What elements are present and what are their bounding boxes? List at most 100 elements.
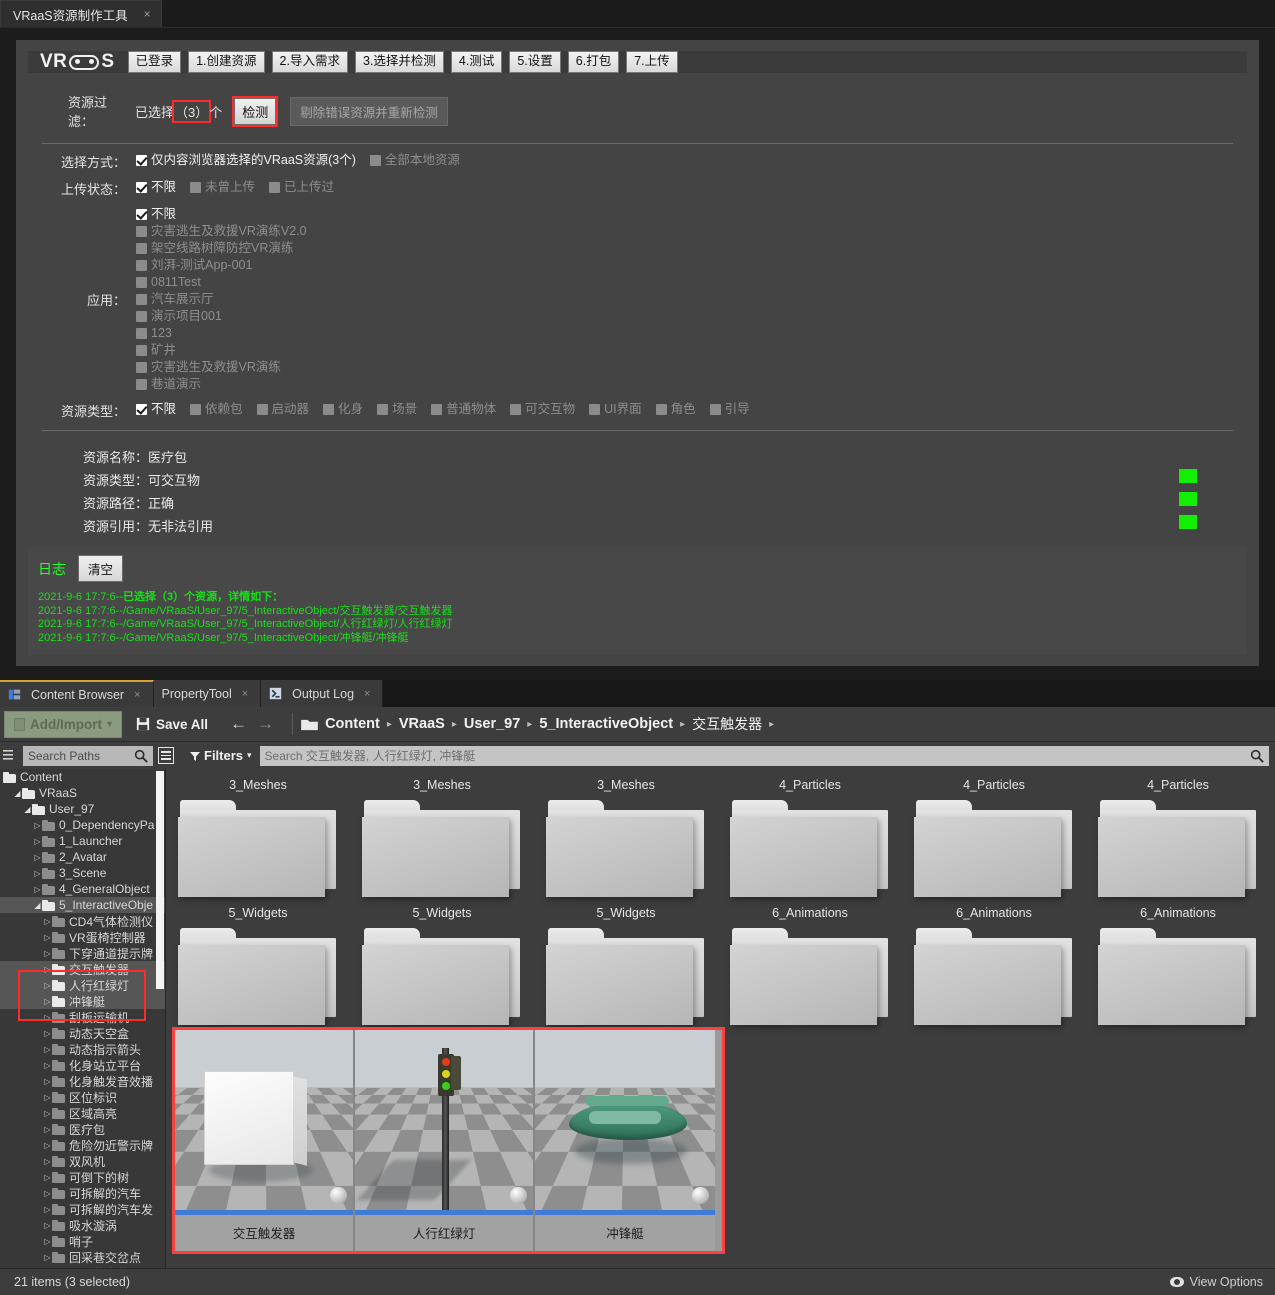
view-options-button[interactable]: View Options xyxy=(1169,1275,1263,1289)
chevron-right-icon[interactable]: ▷ xyxy=(43,981,52,990)
filter-checkbox[interactable]: 0811Test xyxy=(136,274,201,290)
breadcrumb-item[interactable]: Content xyxy=(325,716,380,732)
checkbox-icon[interactable] xyxy=(655,403,667,415)
chevron-down-icon[interactable]: ◢ xyxy=(23,805,32,814)
chevron-right-icon[interactable]: ▷ xyxy=(43,1173,52,1182)
asset-grid-panel[interactable]: 3_Meshes 3_Meshes 3_Meshes 4_Particles 4_Par… xyxy=(166,769,1275,1268)
filter-checkbox[interactable]: 启动器 xyxy=(256,401,309,417)
tree-node[interactable]: ▷ 区位标识 xyxy=(0,1089,165,1105)
checkbox-icon[interactable] xyxy=(190,181,202,193)
tab-content-browser[interactable]: Content Browser × xyxy=(0,680,154,707)
chevron-right-icon[interactable]: ▷ xyxy=(43,1141,52,1150)
close-icon[interactable]: × xyxy=(144,7,151,21)
filter-checkbox[interactable]: 依赖包 xyxy=(190,401,243,417)
checkbox-icon[interactable] xyxy=(136,361,147,373)
filter-checkbox[interactable]: 场景 xyxy=(377,401,417,417)
tree-node[interactable]: ▷ 哨子 xyxy=(0,1233,165,1249)
checkbox-icon[interactable] xyxy=(369,154,381,166)
chevron-right-icon[interactable]: ▷ xyxy=(43,933,52,942)
tree-node[interactable]: ▷ 0_DependencyPa xyxy=(0,817,165,833)
folder-tile[interactable]: 3_Meshes xyxy=(534,769,718,897)
filter-checkbox[interactable]: 不限 xyxy=(136,179,176,195)
folder-tile[interactable]: 5_Widgets xyxy=(534,897,718,1025)
folder-tile[interactable]: 6_Animations xyxy=(718,897,902,1025)
checkbox-icon[interactable] xyxy=(256,403,268,415)
tree-node[interactable]: ▷ 下穿通道提示牌 xyxy=(0,945,165,961)
tree-node[interactable]: ▷ 化身站立平台 xyxy=(0,1057,165,1073)
add-import-button[interactable]: Add/Import ▾ xyxy=(4,710,123,738)
folder-tile[interactable]: 4_Particles xyxy=(718,769,902,897)
tree-node[interactable]: ◢ VRaaS xyxy=(0,785,165,801)
tree-node[interactable]: ▷ 化身触发音效播 xyxy=(0,1073,165,1089)
chevron-right-icon[interactable]: ▷ xyxy=(33,821,42,830)
checkbox-icon[interactable] xyxy=(136,225,147,237)
filter-checkbox[interactable]: UI界面 xyxy=(589,401,642,417)
path-tree-panel[interactable]: Content ◢ VRaaS ◢ User_97 ▷ 0_DependencyPa ▷ 1_L… xyxy=(0,769,166,1268)
step3-select-and-check-button[interactable]: 3.选择并检测 xyxy=(354,51,444,74)
tree-node[interactable]: ▷ 刮板运输机 xyxy=(0,1009,165,1025)
chevron-right-icon[interactable]: ▷ xyxy=(43,1109,52,1118)
checkbox-icon[interactable] xyxy=(136,344,147,356)
step6-package-button[interactable]: 6.打包 xyxy=(567,51,620,74)
tree-node[interactable]: ◢ 5_InteractiveObje xyxy=(0,897,165,913)
checkbox-icon[interactable] xyxy=(136,293,147,305)
tree-node[interactable]: ▷ 区域高亮 xyxy=(0,1105,165,1121)
forward-arrow-icon[interactable]: → xyxy=(257,714,274,734)
filter-checkbox[interactable]: 化身 xyxy=(323,401,363,417)
tree-node[interactable]: ▷ 吸水漩涡 xyxy=(0,1217,165,1233)
checkbox-icon[interactable] xyxy=(136,378,147,390)
tree-node[interactable]: ▷ 双风机 xyxy=(0,1153,165,1169)
breadcrumb-item[interactable]: 5_InteractiveObject xyxy=(539,716,673,732)
tree-node[interactable]: ▷ 动态天空盒 xyxy=(0,1025,165,1041)
checkbox-icon[interactable] xyxy=(589,403,601,415)
filter-checkbox[interactable]: 灾害逃生及救援VR演练 xyxy=(136,359,281,375)
filter-checkbox[interactable]: 仅内容浏览器选择的VRaaS资源(3个) xyxy=(136,152,356,168)
step2-import-requirement-button[interactable]: 2.导入需求 xyxy=(271,51,348,74)
checkbox-icon[interactable] xyxy=(136,310,147,322)
filter-checkbox[interactable]: 已上传过 xyxy=(269,179,334,195)
folder-tile[interactable]: 6_Animations xyxy=(902,897,1086,1025)
folder-tile[interactable]: 4_Particles xyxy=(902,769,1086,897)
chevron-right-icon[interactable]: ▷ xyxy=(43,1189,52,1198)
checkbox-icon[interactable] xyxy=(431,403,443,415)
chevron-right-icon[interactable]: ▷ xyxy=(43,1029,52,1038)
chevron-right-icon[interactable]: ▷ xyxy=(43,1013,52,1022)
tree-node[interactable]: ▷ 人行红绿灯 xyxy=(0,977,165,993)
tree-node[interactable]: ▷ 2_Avatar xyxy=(0,849,165,865)
filter-checkbox[interactable]: 普通物体 xyxy=(431,401,496,417)
filter-checkbox[interactable]: 矿井 xyxy=(136,342,176,358)
chevron-right-icon[interactable]: ▷ xyxy=(33,837,42,846)
step1-create-resource-button[interactable]: 1.创建资源 xyxy=(188,51,265,74)
path-view-toggle-icon[interactable] xyxy=(158,747,174,764)
filter-checkbox[interactable]: 123 xyxy=(136,325,172,341)
folder-tile[interactable]: 4_Particles xyxy=(1086,769,1270,897)
breadcrumb-item[interactable]: User_97 xyxy=(464,716,520,732)
search-paths-input[interactable]: Search Paths xyxy=(23,745,153,766)
folder-tile[interactable]: 5_Widgets xyxy=(166,897,350,1025)
log-output[interactable]: 2021-9-6 17:7:6--已选择（3）个资源，详情如下： 2021-9-6… xyxy=(38,591,1237,645)
checkbox-icon[interactable] xyxy=(136,208,147,220)
filter-checkbox[interactable]: 架空线路树障防控VR演练 xyxy=(136,240,293,256)
checkbox-icon[interactable] xyxy=(136,403,147,415)
breadcrumb-item[interactable]: VRaaS xyxy=(399,716,445,732)
tree-node[interactable]: ▷ 回采巷交岔点 xyxy=(0,1249,165,1265)
filter-checkbox[interactable]: 可交互物 xyxy=(510,401,575,417)
step5-settings-button[interactable]: 5.设置 xyxy=(509,51,561,74)
back-arrow-icon[interactable]: ← xyxy=(230,714,247,734)
tree-scrollbar[interactable] xyxy=(156,771,164,989)
tree-node[interactable]: ▷ 可倒下的树 xyxy=(0,1169,165,1185)
chevron-right-icon[interactable]: ▷ xyxy=(43,997,52,1006)
close-icon[interactable]: × xyxy=(364,688,370,700)
tree-node[interactable]: ▷ 可拆解的汽车发 xyxy=(0,1201,165,1217)
search-assets-input[interactable]: Search 交互触发器, 人行红绿灯, 冲锋艇 xyxy=(259,745,1269,766)
chevron-right-icon[interactable]: ▷ xyxy=(43,1077,52,1086)
filter-checkbox[interactable]: 巷道演示 xyxy=(136,376,201,392)
checkbox-icon[interactable] xyxy=(323,403,335,415)
tree-node[interactable]: ▷ 动态指示箭头 xyxy=(0,1041,165,1057)
checkbox-icon[interactable] xyxy=(136,327,147,339)
login-status-button[interactable]: 已登录 xyxy=(127,51,182,74)
chevron-right-icon[interactable]: ▷ xyxy=(43,965,52,974)
tree-node[interactable]: ▷ CD4气体检测仪 xyxy=(0,913,165,929)
checkbox-icon[interactable] xyxy=(709,403,721,415)
asset-tile-boat[interactable]: 冲锋艇 xyxy=(535,1030,715,1251)
